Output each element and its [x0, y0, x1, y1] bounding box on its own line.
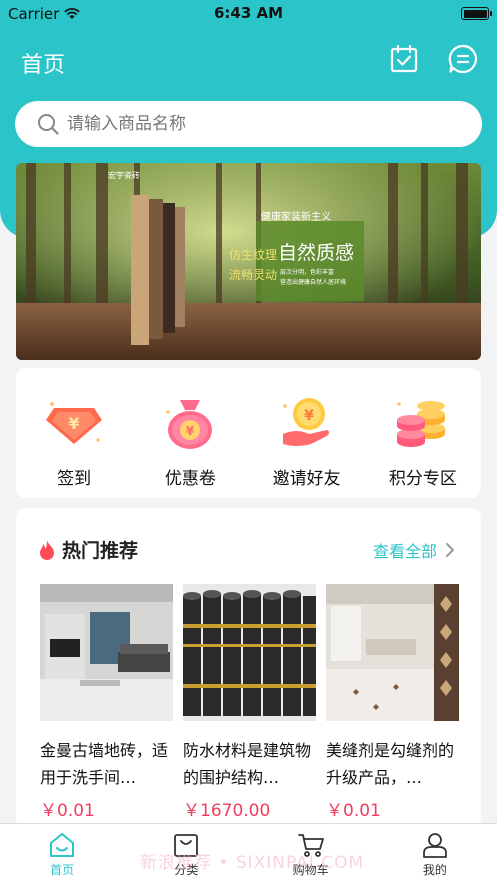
product-image-tile-floor [326, 584, 459, 721]
product-price: ￥1670.00 [183, 801, 271, 821]
page-title: 首页 [21, 53, 66, 78]
banner-slogan-2: 流畅灵动 [229, 268, 277, 282]
svg-text:¥: ¥ [304, 408, 314, 424]
banner-sub-1: 层次分明，色彩丰富 [280, 268, 334, 276]
view-all-label: 查看全部 [372, 542, 437, 561]
hot-section: 热门推荐 查看全部 金曼古墙地砖，适用于洗手间… ￥0.01 防水材料是建筑物的… [16, 508, 481, 828]
search-icon [38, 114, 59, 135]
quick-label: 积分专区 [388, 469, 457, 489]
product-price: ￥0.01 [40, 801, 95, 821]
quick-item-points[interactable]: 积分专区 [365, 368, 481, 498]
banner-slogan-1: 仿生纹理 [229, 248, 277, 262]
quick-item-sign-in[interactable]: ¥ 签到 [16, 368, 132, 498]
svg-text:¥: ¥ [69, 414, 80, 433]
product-image-living-room [40, 584, 173, 721]
view-all-link[interactable]: 查看全部 [373, 538, 455, 562]
product-name: 美缝剂是勾缝剂的升级产品，… [326, 741, 455, 787]
tab-home[interactable]: 首页 [0, 824, 124, 883]
hot-header: 热门推荐 [38, 536, 138, 563]
quick-item-coupon[interactable]: ¥ 优惠卷 [132, 368, 248, 498]
product-image-waterproof-rolls [183, 584, 316, 721]
battery-icon [461, 7, 492, 20]
tab-label: 首页 [50, 863, 75, 877]
diamond-coin-icon: ¥ [46, 402, 103, 444]
product-list: 金曼古墙地砖，适用于洗手间… ￥0.01 防水材料是建筑物的围护结构… ￥167… [40, 584, 459, 821]
calendar-check-icon[interactable] [389, 44, 419, 74]
home-icon [50, 833, 75, 857]
status-bar: Carrier 6:43 AM [0, 0, 497, 28]
money-bag-icon: ¥ [166, 400, 213, 449]
quick-menu: ¥ 签到 ¥ 优惠卷 ¥ 邀请好友 积分专区 [16, 368, 481, 498]
chevron-right-icon [446, 543, 454, 557]
promo-banner[interactable]: 宏宇瓷砖 健康家装新主义 仿生纹理 流畅灵动 自然质感 层次分明，色彩丰富 营造… [16, 163, 481, 360]
product-name: 金曼古墙地砖，适用于洗手间… [40, 741, 169, 787]
search-bar[interactable] [15, 101, 482, 147]
coin-stack-icon [396, 401, 445, 447]
quick-label: 优惠卷 [164, 469, 216, 489]
quick-item-invite[interactable]: ¥ 邀请好友 [249, 368, 365, 498]
coin-hand-icon: ¥ [282, 398, 329, 446]
watermark: 新浪推荐 • SIXINPAI.COM [140, 853, 365, 873]
hot-title: 热门推荐 [62, 540, 139, 562]
quick-label: 签到 [57, 469, 92, 489]
banner-tagline: 健康家装新主义 [261, 210, 331, 223]
product-card[interactable]: 美缝剂是勾缝剂的升级产品，… ￥0.01 [326, 584, 459, 821]
product-price: ￥0.01 [326, 801, 381, 821]
svg-text:¥: ¥ [186, 424, 195, 438]
quick-label: 邀请好友 [272, 469, 341, 489]
search-input[interactable] [67, 114, 447, 134]
banner-headline: 自然质感 [278, 242, 354, 264]
product-card[interactable]: 金曼古墙地砖，适用于洗手间… ￥0.01 [40, 584, 173, 821]
message-icon[interactable] [448, 44, 478, 74]
product-name: 防水材料是建筑物的围护结构… [183, 741, 312, 787]
product-card[interactable]: 防水材料是建筑物的围护结构… ￥1670.00 [183, 584, 316, 821]
banner-brand: 宏宇瓷砖 [108, 170, 140, 180]
tab-label: 我的 [422, 863, 447, 877]
tab-profile[interactable]: 我的 [373, 824, 497, 883]
status-time: 6:43 AM [213, 4, 284, 22]
user-icon [422, 833, 447, 858]
fire-icon [40, 539, 54, 560]
banner-sub-2: 营造出健康自然人居环境 [280, 278, 346, 286]
